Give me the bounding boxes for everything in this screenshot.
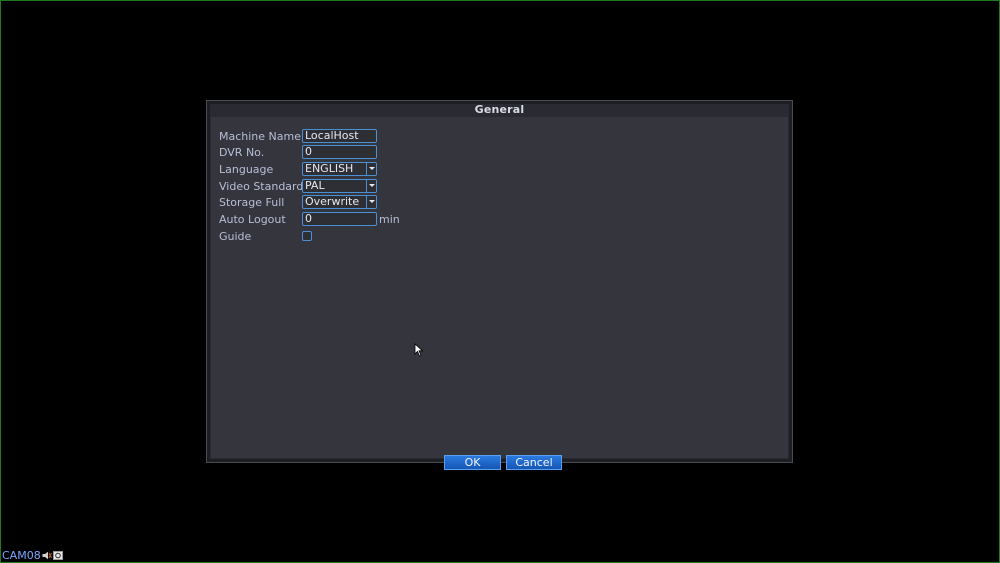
- video-standard-value: PAL: [305, 179, 325, 192]
- guide-label: Guide: [219, 229, 252, 243]
- dvr-no-row: DVR No. 0: [219, 144, 377, 160]
- dialog-content: Machine Name LocalHost DVR No. 0 Languag…: [211, 117, 788, 470]
- language-value: ENGLISH: [305, 162, 354, 175]
- language-label: Language: [219, 162, 274, 176]
- language-row: Language ENGLISH: [219, 161, 377, 177]
- ok-button[interactable]: OK: [444, 455, 501, 470]
- machine-name-row: Machine Name LocalHost: [219, 128, 377, 144]
- storage-full-select[interactable]: Overwrite: [302, 195, 377, 209]
- storage-full-label: Storage Full: [219, 195, 285, 209]
- guide-checkbox[interactable]: [302, 231, 312, 241]
- machine-name-label: Machine Name: [219, 129, 301, 143]
- dvr-no-input[interactable]: 0: [302, 145, 377, 159]
- mouse-pointer-icon: [414, 343, 424, 357]
- dialog-title: General: [474, 103, 525, 116]
- record-icon: [52, 551, 63, 560]
- auto-logout-unit: min: [379, 212, 400, 226]
- video-standard-row: Video Standard PAL: [219, 178, 377, 194]
- video-standard-select[interactable]: PAL: [302, 179, 377, 193]
- storage-full-row: Storage Full Overwrite: [219, 194, 377, 210]
- general-dialog: General Machine Name LocalHost DVR No. 0…: [206, 100, 793, 470]
- chevron-down-icon[interactable]: [366, 196, 376, 208]
- speaker-icon: [42, 551, 52, 560]
- chevron-down-icon[interactable]: [366, 180, 376, 192]
- dvr-no-label: DVR No.: [219, 145, 265, 159]
- camera-status: CAM08: [2, 550, 63, 561]
- camera-label: CAM08: [2, 549, 41, 562]
- chevron-down-icon[interactable]: [366, 163, 376, 175]
- storage-full-value: Overwrite: [305, 195, 360, 208]
- dvr-screen: General Machine Name LocalHost DVR No. 0…: [0, 0, 1000, 563]
- auto-logout-row: Auto Logout 0 min: [219, 211, 400, 227]
- auto-logout-label: Auto Logout: [219, 212, 286, 226]
- machine-name-input[interactable]: LocalHost: [302, 129, 377, 143]
- cancel-button[interactable]: Cancel: [506, 455, 562, 470]
- auto-logout-input[interactable]: 0: [302, 212, 377, 226]
- guide-row: Guide: [219, 228, 312, 244]
- video-standard-label: Video Standard: [219, 179, 304, 193]
- language-select[interactable]: ENGLISH: [302, 162, 377, 176]
